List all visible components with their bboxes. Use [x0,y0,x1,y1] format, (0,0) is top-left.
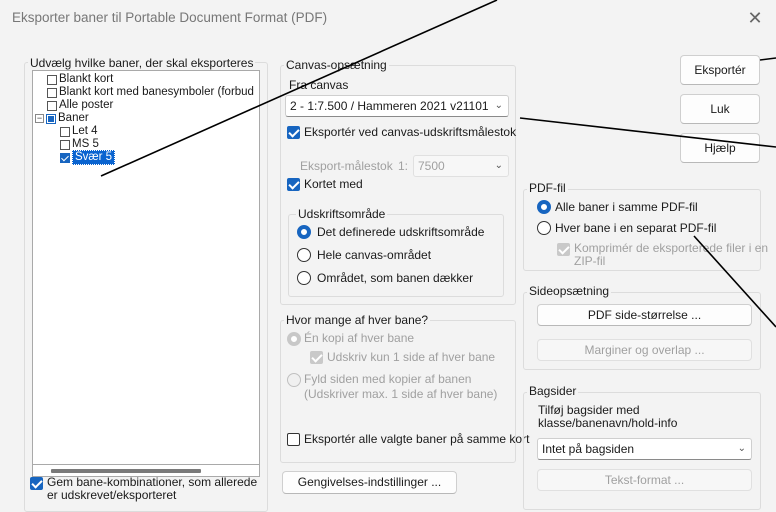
chevron-down-icon: ⌄ [737,443,746,454]
same-map-checkbox[interactable] [287,433,300,446]
tree-checkbox[interactable] [47,74,57,85]
remember-combinations-label: Gem bane-kombinationer, som allerede er … [47,475,258,502]
same-pdf-label: Alle baner i samme PDF-fil [555,200,698,214]
map-with-label: Kortet med [304,177,363,191]
pdf-file-legend: PDF-fil [527,181,568,195]
margins-overlap-button[interactable]: Marginer og overlap ... [537,339,752,361]
separate-pdf-label: Hver bane i en separat PDF-fil [555,221,717,235]
tree-item-let-4[interactable]: Let 4 [60,125,98,138]
tree-item-label: Blankt kort med banesymboler (forbud [59,86,254,98]
fill-page-radio[interactable] [287,373,301,387]
export-button[interactable]: Eksportér [680,55,760,85]
tree-checkbox[interactable] [46,113,56,124]
export-scale-value: 7500 [418,159,445,173]
print-area-course-label: Området, som banen dækker [317,271,474,285]
tree-item-label: Svær 5 [72,150,116,165]
title-bar: Eksporter baner til Portable Document Fo… [0,0,776,38]
export-scale-label: Eksport-målestok [300,159,393,173]
back-pages-legend: Bagsider [527,384,579,398]
fill-page-note: (Udskriver max. 1 side af hver bane) [304,387,498,401]
one-copy-label: Én kopi af hver bane [304,331,415,345]
export-canvas-scale-checkbox[interactable] [287,126,300,139]
one-page-label: Udskriv kun 1 side af hver bane [327,350,496,364]
export-canvas-scale-label: Eksportér ved canvas-udskriftsmålestok [304,125,517,139]
fill-page-label: Fyld siden med kopier af banen [304,372,472,386]
tree-item-all-controls[interactable]: Alle poster [47,99,113,112]
map-with-checkbox[interactable] [287,178,300,191]
tree-checkbox[interactable] [47,100,57,111]
tree-checkbox[interactable] [47,87,57,98]
pdf-page-size-button[interactable]: PDF side-størrelse ... [537,304,752,326]
from-canvas-label: Fra canvas [289,78,349,92]
chevron-down-icon: ⌄ [494,160,503,171]
tree-item-label: Baner [58,112,89,124]
back-pages-description: Tilføj bagsider med [538,403,640,417]
print-area-legend: Udskriftsområde [296,207,388,221]
export-scale-select[interactable]: 7500 ⌄ [413,155,509,177]
annotation-line [759,57,776,61]
tree-item-label: Blankt kort [59,73,114,85]
render-settings-button[interactable]: Gengivelses-indstillinger ... [282,471,457,494]
one-page-checkbox[interactable] [310,351,323,364]
page-setup-legend: Sideopsætning [527,284,612,298]
same-pdf-radio[interactable] [537,200,551,214]
print-area-whole-canvas-radio[interactable] [297,248,311,262]
window-title: Eksporter baner til Portable Document Fo… [12,10,328,25]
tree-checkbox[interactable] [60,126,70,137]
tree-item-courses[interactable]: − Baner [35,112,89,125]
compress-zip-label: Komprimér de eksporterede filer i en [574,241,769,255]
same-map-label: Eksportér alle valgte baner på samme kor… [304,432,530,446]
back-pages-select[interactable]: Intet på bagsiden ⌄ [537,438,752,460]
courses-legend: Udvælg hvilke baner, der skal eksportere… [28,56,256,70]
canvas-select[interactable]: 2 - 1:7.500 / Hammeren 2021 v21101 ⌄ [285,95,509,117]
collapse-icon[interactable]: − [35,114,44,123]
print-area-defined-label: Det definerede udskriftsområde [317,225,485,239]
tree-checkbox[interactable] [60,139,70,150]
close-icon[interactable]: ✕ [746,8,764,29]
print-area-course-radio[interactable] [297,271,311,285]
print-area-defined-radio[interactable] [297,225,311,239]
tree-checkbox[interactable] [60,152,70,163]
chevron-down-icon: ⌄ [494,100,503,111]
tree-item-label: Let 4 [72,125,98,137]
help-button[interactable]: Hjælp [680,133,760,163]
one-copy-radio[interactable] [287,332,301,346]
scrollbar-thumb[interactable] [51,469,201,473]
back-pages-select-value: Intet på bagsiden [542,442,635,456]
separate-pdf-radio[interactable] [537,221,551,235]
back-pages-description-2: klasse/banenavn/hold-info [538,416,678,430]
compress-zip-label-2: ZIP-fil [574,254,606,268]
text-format-button[interactable]: Tekst-format ... [537,469,752,491]
tree-item-label: Alle poster [59,99,114,111]
export-scale-prefix: 1: [398,159,409,173]
tree-item-svaer-5[interactable]: Svær 5 [60,150,116,165]
tree-item-blank-map[interactable]: Blankt kort [47,73,113,86]
close-button[interactable]: Luk [680,94,760,124]
tree-item-blank-map-symbols[interactable]: Blankt kort med banesymboler (forbud [47,86,254,99]
print-area-whole-canvas-label: Hele canvas-området [317,248,432,262]
remember-combinations-checkbox[interactable] [30,477,43,490]
course-tree[interactable]: Blankt kort Blankt kort med banesymboler… [32,70,260,465]
canvas-legend: Canvas-opsætning [284,58,389,72]
canvas-select-value: 2 - 1:7.500 / Hammeren 2021 v21101 [290,99,489,113]
compress-zip-checkbox[interactable] [557,243,570,256]
copies-legend: Hvor mange af hver bane? [284,313,431,327]
